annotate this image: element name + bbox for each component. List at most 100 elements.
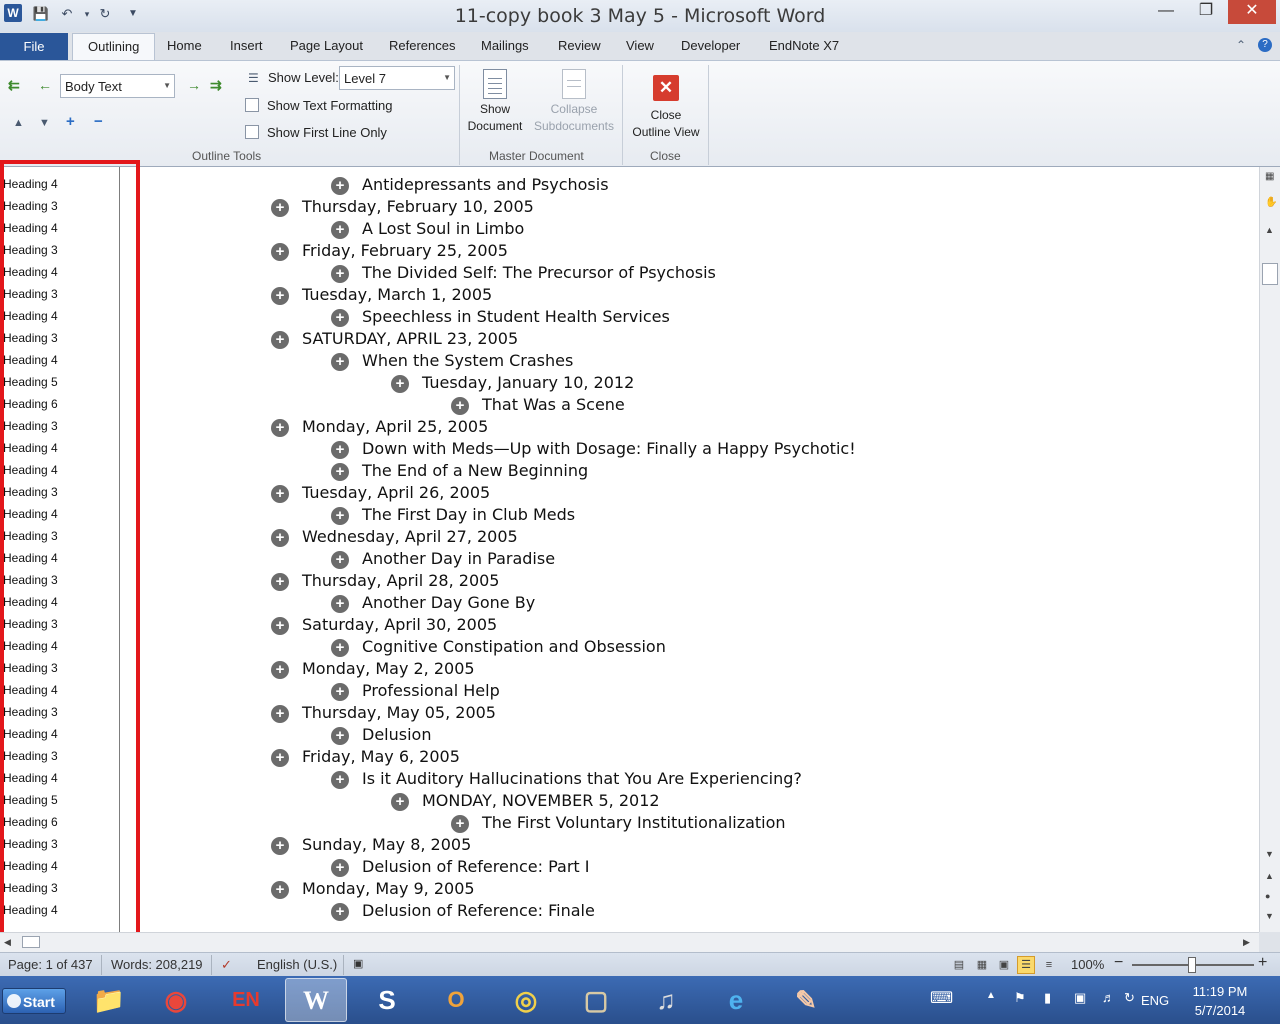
scroll-left-arrow-icon[interactable]: ◀	[4, 937, 11, 948]
chrome-taskbar-icon[interactable]: ◉	[145, 978, 207, 1022]
expand-collapse-plus-icon[interactable]: +	[331, 177, 349, 195]
outline-heading-level-4[interactable]: The First Voluntary Institutionalization	[482, 813, 786, 832]
expand-collapse-plus-icon[interactable]: +	[331, 221, 349, 239]
proofing-icon[interactable]: ✓	[221, 957, 232, 973]
expand-collapse-plus-icon[interactable]: +	[271, 749, 289, 767]
outline-heading-level-2[interactable]: Professional Help	[362, 681, 500, 700]
help-icon[interactable]: ?	[1258, 38, 1272, 52]
outline-heading-level-1[interactable]: Thursday, May 05, 2005	[302, 703, 496, 722]
collapse-icon[interactable]: −	[94, 113, 103, 130]
show-first-line-only-label[interactable]: Show First Line Only	[267, 125, 387, 140]
previous-page-icon[interactable]: ▲	[1265, 871, 1274, 881]
tab-references[interactable]: References	[389, 38, 455, 53]
expand-collapse-plus-icon[interactable]: +	[271, 881, 289, 899]
input-language[interactable]: ENG	[1141, 993, 1169, 1008]
expand-collapse-plus-icon[interactable]: +	[271, 617, 289, 635]
tab-review[interactable]: Review	[558, 38, 601, 53]
outline-heading-level-1[interactable]: Sunday, May 8, 2005	[302, 835, 471, 854]
outline-heading-level-2[interactable]: Down with Meds—Up with Dosage: Finally a…	[362, 439, 856, 458]
expand-collapse-plus-icon[interactable]: +	[391, 793, 409, 811]
show-text-formatting-label[interactable]: Show Text Formatting	[267, 98, 392, 113]
sync-icon[interactable]: ↻	[1124, 990, 1135, 1006]
expand-collapse-plus-icon[interactable]: +	[271, 573, 289, 591]
outline-heading-level-1[interactable]: Tuesday, April 26, 2005	[302, 483, 490, 502]
notepad-taskbar-icon[interactable]: ▢	[565, 978, 627, 1022]
ruler-toggle-icon[interactable]: ▦	[1265, 171, 1274, 182]
zoom-out-button[interactable]: −	[1114, 954, 1123, 972]
expand-collapse-plus-icon[interactable]: +	[331, 639, 349, 657]
promote-to-heading1-icon[interactable]: ⇇	[8, 77, 20, 94]
expand-collapse-plus-icon[interactable]: +	[331, 441, 349, 459]
expand-collapse-plus-icon[interactable]: +	[271, 331, 289, 349]
expand-collapse-plus-icon[interactable]: +	[331, 463, 349, 481]
outline-heading-level-1[interactable]: Saturday, April 30, 2005	[302, 615, 497, 634]
expand-collapse-plus-icon[interactable]: +	[271, 485, 289, 503]
outline-heading-level-2[interactable]: Speechless in Student Health Services	[362, 307, 670, 326]
action-center-flag-icon[interactable]: ⚑	[1014, 990, 1026, 1006]
outline-heading-level-1[interactable]: Friday, May 6, 2005	[302, 747, 460, 766]
outline-heading-level-2[interactable]: Another Day Gone By	[362, 593, 535, 612]
keyboard-icon[interactable]: ⌨	[930, 988, 953, 1008]
outlook-taskbar-icon[interactable]: O	[425, 978, 487, 1022]
expand-collapse-plus-icon[interactable]: +	[271, 199, 289, 217]
outline-heading-level-2[interactable]: When the System Crashes	[362, 351, 573, 370]
outline-heading-level-1[interactable]: Monday, April 25, 2005	[302, 417, 488, 436]
web-layout-icon[interactable]: ▣	[995, 956, 1013, 974]
word-taskbar-icon[interactable]: W	[285, 978, 347, 1022]
start-button[interactable]: Start	[2, 988, 66, 1014]
outline-heading-level-1[interactable]: Monday, May 9, 2005	[302, 879, 475, 898]
move-up-icon[interactable]: ▲	[13, 117, 24, 129]
show-text-formatting-checkbox[interactable]	[245, 98, 259, 112]
expand-collapse-plus-icon[interactable]: +	[331, 507, 349, 525]
close-window-button[interactable]: ✕	[1228, 0, 1276, 24]
internet-explorer-taskbar-icon[interactable]: e	[705, 978, 767, 1022]
expand-collapse-plus-icon[interactable]: +	[331, 309, 349, 327]
outline-level-combo[interactable]: Body Text ▼	[60, 74, 175, 98]
close-outline-view-button[interactable]: ✕ Close Outline View	[627, 69, 705, 141]
horizontal-scroll-thumb[interactable]	[22, 936, 40, 948]
outline-heading-level-2[interactable]: Is it Auditory Hallucinations that You A…	[362, 769, 802, 788]
outline-heading-level-1[interactable]: Monday, May 2, 2005	[302, 659, 475, 678]
maximize-button[interactable]: ❐	[1184, 0, 1228, 24]
collapse-subdocuments-button[interactable]: Collapse Subdocuments	[530, 69, 618, 135]
outline-heading-level-1[interactable]: SATURDAY, APRIL 23, 2005	[302, 329, 518, 348]
outline-heading-level-2[interactable]: The First Day in Club Meds	[362, 505, 575, 524]
expand-collapse-plus-icon[interactable]: +	[331, 595, 349, 613]
outline-heading-level-2[interactable]: Cognitive Constipation and Obsession	[362, 637, 666, 656]
expand-collapse-plus-icon[interactable]: +	[331, 771, 349, 789]
print-layout-view-icon[interactable]: ▤	[950, 956, 968, 974]
scroll-up-arrow-icon[interactable]: ▲	[1265, 225, 1274, 235]
tab-mailings[interactable]: Mailings	[481, 38, 529, 53]
scroll-right-arrow-icon[interactable]: ▶	[1243, 937, 1250, 948]
tab-developer[interactable]: Developer	[681, 38, 740, 53]
expand-collapse-plus-icon[interactable]: +	[451, 397, 469, 415]
expand-collapse-plus-icon[interactable]: +	[271, 243, 289, 261]
show-document-button[interactable]: Show Document	[462, 69, 528, 135]
sound-recorder-taskbar-icon[interactable]: ♫	[635, 978, 697, 1022]
expand-collapse-plus-icon[interactable]: +	[271, 705, 289, 723]
outline-heading-level-2[interactable]: Delusion of Reference: Finale	[362, 901, 595, 920]
move-down-icon[interactable]: ▼	[39, 117, 50, 129]
tab-home[interactable]: Home	[167, 38, 202, 53]
word-count[interactable]: Words: 208,219	[111, 957, 203, 972]
outline-heading-level-3[interactable]: MONDAY, NOVEMBER 5, 2012	[422, 791, 660, 810]
vertical-scrollbar[interactable]: ▦ ✋ ▲ ▼ ▲ ● ▼	[1259, 167, 1280, 932]
next-page-icon[interactable]: ▼	[1265, 911, 1274, 921]
expand-collapse-plus-icon[interactable]: +	[331, 353, 349, 371]
paint-taskbar-icon[interactable]: ✎	[775, 978, 837, 1022]
show-hidden-icons-icon[interactable]: ▲	[986, 990, 996, 1001]
page-count[interactable]: Page: 1 of 437	[8, 957, 93, 972]
expand-collapse-plus-icon[interactable]: +	[271, 419, 289, 437]
system-clock[interactable]: 11:19 PM 5/7/2014	[1170, 982, 1270, 1020]
select-browse-object-icon[interactable]: ●	[1265, 891, 1270, 901]
expand-collapse-plus-icon[interactable]: +	[331, 265, 349, 283]
media-center-taskbar-icon[interactable]: ◎	[495, 978, 557, 1022]
outline-heading-level-2[interactable]: Delusion	[362, 725, 431, 744]
outline-heading-level-2[interactable]: Another Day in Paradise	[362, 549, 555, 568]
tab-view[interactable]: View	[626, 38, 654, 53]
tab-file[interactable]: File	[0, 33, 68, 60]
zoom-level[interactable]: 100%	[1071, 957, 1104, 972]
expand-collapse-plus-icon[interactable]: +	[331, 903, 349, 921]
outline-view-icon[interactable]: ☰	[1017, 956, 1035, 974]
draft-view-icon[interactable]: ≡	[1040, 956, 1058, 974]
